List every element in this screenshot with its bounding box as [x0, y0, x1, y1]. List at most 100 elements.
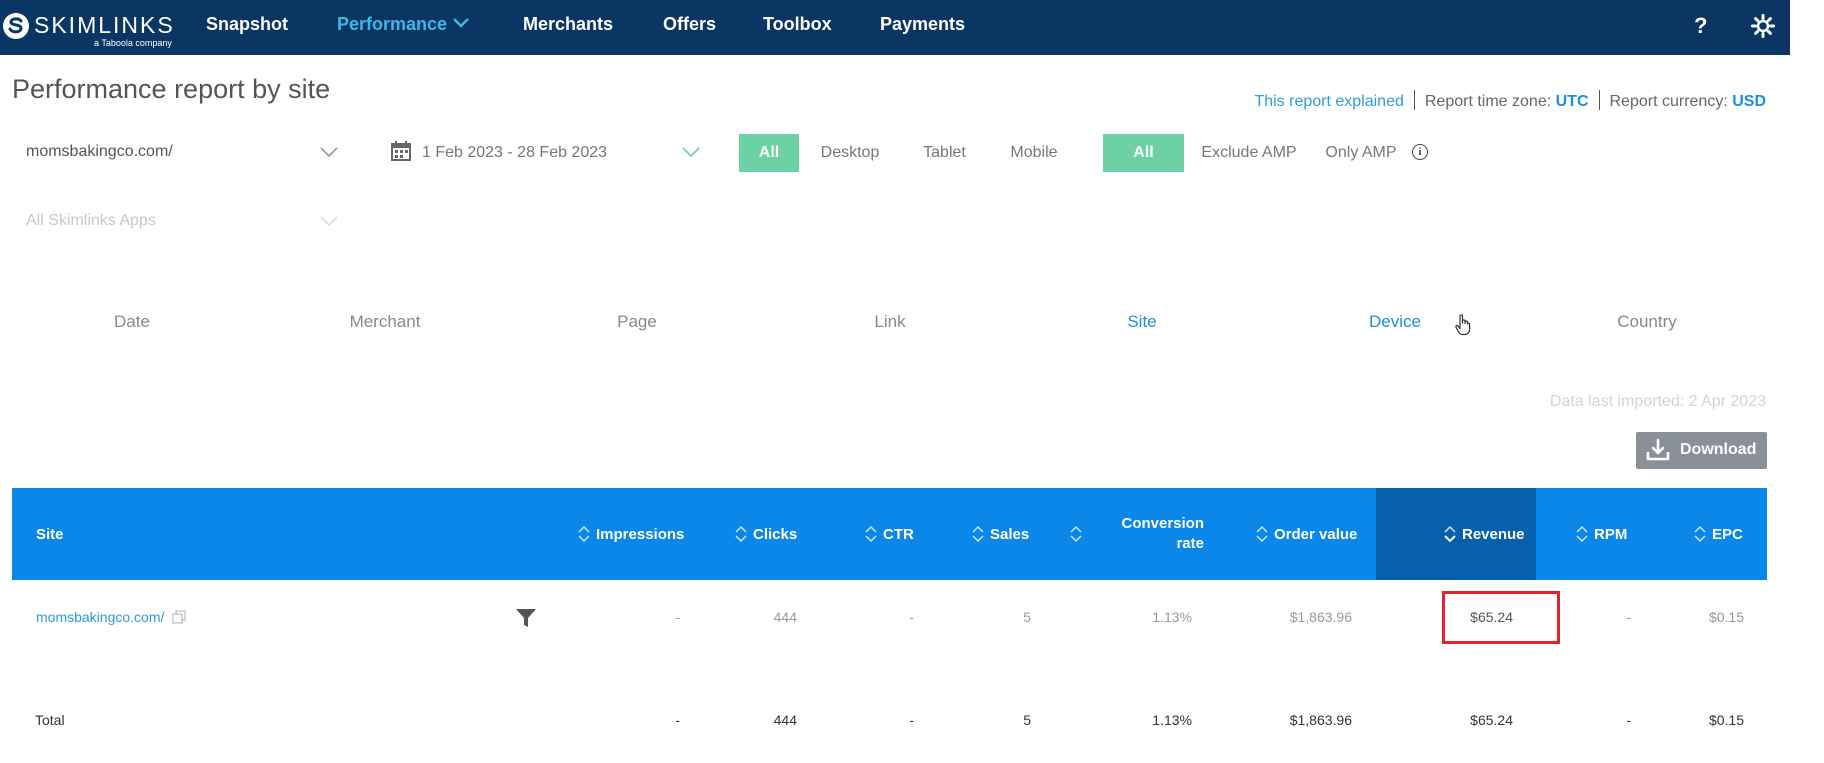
- col-conversion-rate-line2: rate: [1176, 535, 1204, 552]
- total-epc: $0.15: [1708, 712, 1744, 728]
- apps-select[interactable]: All Skimlinks Apps: [26, 212, 340, 242]
- total-sales: 5: [1023, 712, 1031, 728]
- sort-icon: [1576, 525, 1588, 543]
- col-impressions[interactable]: Impressions: [578, 488, 684, 580]
- info-icon[interactable]: i: [1412, 144, 1428, 160]
- nav-payments[interactable]: Payments: [880, 14, 965, 35]
- site-link[interactable]: momsbakingco.com/: [36, 609, 164, 625]
- sort-icon: [1256, 525, 1268, 543]
- col-revenue-label: Revenue: [1462, 525, 1525, 543]
- apps-select-placeholder: All Skimlinks Apps: [26, 212, 156, 229]
- nav-offers[interactable]: Offers: [663, 14, 716, 35]
- col-sales-label: Sales: [990, 525, 1030, 543]
- device-all-button[interactable]: All: [739, 134, 799, 172]
- nav-performance-label: Performance: [337, 14, 448, 34]
- total-conversion-rate: 1.13%: [1152, 712, 1192, 728]
- timezone-value[interactable]: UTC: [1556, 93, 1589, 110]
- date-range-value: 1 Feb 2023 - 28 Feb 2023: [422, 144, 608, 161]
- report-explained-link[interactable]: This report explained: [1254, 93, 1403, 110]
- total-clicks: 444: [773, 712, 797, 728]
- download-label: Download: [1680, 441, 1757, 458]
- report-info: This report explained Report time zone: U…: [1254, 90, 1766, 111]
- col-revenue[interactable]: Revenue: [1376, 488, 1536, 580]
- col-site[interactable]: Site: [36, 488, 64, 580]
- tab-country[interactable]: Country: [1572, 312, 1722, 332]
- nav-merchants[interactable]: Merchants: [523, 14, 613, 35]
- page-title: Performance report by site: [12, 74, 331, 104]
- cell-ctr: -: [909, 609, 914, 625]
- chevron-down-icon: [682, 147, 700, 158]
- hand-cursor-icon: [1455, 314, 1471, 336]
- tab-link[interactable]: Link: [815, 312, 965, 332]
- site-select-value: momsbakingco.com/: [26, 143, 173, 160]
- tab-page[interactable]: Page: [562, 312, 712, 332]
- amp-exclude-button[interactable]: Exclude AMP: [1192, 134, 1306, 172]
- col-epc[interactable]: EPC: [1694, 488, 1743, 580]
- device-tablet-button[interactable]: Tablet: [907, 134, 982, 172]
- tab-site[interactable]: Site: [1067, 312, 1217, 332]
- brand-name: SKIMLINKS: [34, 12, 175, 38]
- col-sales[interactable]: Sales: [972, 488, 1029, 580]
- tab-merchant[interactable]: Merchant: [310, 312, 460, 332]
- nav-performance[interactable]: Performance: [337, 14, 469, 35]
- revenue-highlight-box: [1442, 591, 1560, 644]
- amp-all-button[interactable]: All: [1103, 134, 1184, 172]
- device-desktop-button[interactable]: Desktop: [810, 134, 890, 172]
- sort-icon: [578, 525, 590, 543]
- divider: [1413, 90, 1415, 110]
- sort-icon: [735, 525, 747, 543]
- nav-snapshot[interactable]: Snapshot: [206, 14, 288, 35]
- chevron-down-icon: [453, 18, 469, 28]
- right-edge-panel: [1790, 0, 1824, 763]
- cell-conversion-rate: 1.13%: [1152, 609, 1192, 625]
- sort-icon: [972, 525, 984, 543]
- col-conversion-rate[interactable]: Conversion rate: [1070, 488, 1204, 580]
- col-epc-label: EPC: [1712, 525, 1743, 543]
- tab-date[interactable]: Date: [57, 312, 207, 332]
- chevron-down-icon: [320, 147, 338, 158]
- col-conversion-rate-label: Conversion rate: [1104, 514, 1204, 554]
- currency-value[interactable]: USD: [1732, 93, 1766, 110]
- table-header: Site Impressions Clicks CTR Sales Conver…: [12, 488, 1767, 580]
- download-icon: [1646, 438, 1670, 461]
- question-mark-icon[interactable]: ?: [1694, 13, 1707, 39]
- timezone-label: Report time zone:: [1424, 93, 1552, 110]
- sort-icon: [1694, 525, 1706, 543]
- cell-clicks: 444: [773, 609, 797, 625]
- total-impressions: -: [675, 712, 680, 728]
- col-rpm[interactable]: RPM: [1576, 488, 1627, 580]
- col-ctr[interactable]: CTR: [865, 488, 914, 580]
- col-rpm-label: RPM: [1594, 525, 1628, 543]
- cell-order-value: $1,863.96: [1289, 609, 1352, 625]
- sort-icon: [865, 525, 877, 543]
- data-imported-note: Data last imported: 2 Apr 2023: [1549, 393, 1766, 410]
- site-select[interactable]: momsbakingco.com/: [26, 143, 340, 173]
- skimlinks-logo-icon: [3, 13, 29, 39]
- sort-icon: [1070, 525, 1082, 543]
- total-revenue: $65.24: [1470, 712, 1513, 728]
- currency-label: Report currency:: [1609, 93, 1728, 110]
- download-button[interactable]: Download: [1636, 432, 1767, 469]
- col-impressions-label: Impressions: [596, 525, 685, 543]
- gear-icon[interactable]: [1751, 14, 1775, 38]
- date-range-select[interactable]: 1 Feb 2023 - 28 Feb 2023: [390, 141, 710, 173]
- sort-icon: [1444, 525, 1456, 543]
- total-ctr: -: [909, 712, 914, 728]
- cell-impressions: -: [675, 609, 680, 625]
- amp-only-button[interactable]: Only AMP: [1318, 134, 1404, 172]
- tab-device[interactable]: Device: [1320, 312, 1470, 332]
- filter-icon[interactable]: [515, 607, 537, 629]
- total-order-value: $1,863.96: [1289, 712, 1352, 728]
- col-clicks-label: Clicks: [753, 525, 798, 543]
- col-order-value[interactable]: Order value: [1256, 488, 1357, 580]
- skimlinks-logo[interactable]: SKIMLINKS a Taboola company: [2, 10, 175, 48]
- copy-icon[interactable]: [172, 610, 186, 624]
- nav-toolbox[interactable]: Toolbox: [763, 14, 832, 35]
- cell-epc: $0.15: [1708, 609, 1744, 625]
- col-clicks[interactable]: Clicks: [735, 488, 797, 580]
- device-mobile-button[interactable]: Mobile: [995, 134, 1073, 172]
- cell-rpm: -: [1626, 609, 1631, 625]
- col-conversion-rate-line1: Conversion: [1121, 515, 1204, 532]
- calendar-icon: [391, 141, 411, 161]
- total-rpm: -: [1626, 712, 1631, 728]
